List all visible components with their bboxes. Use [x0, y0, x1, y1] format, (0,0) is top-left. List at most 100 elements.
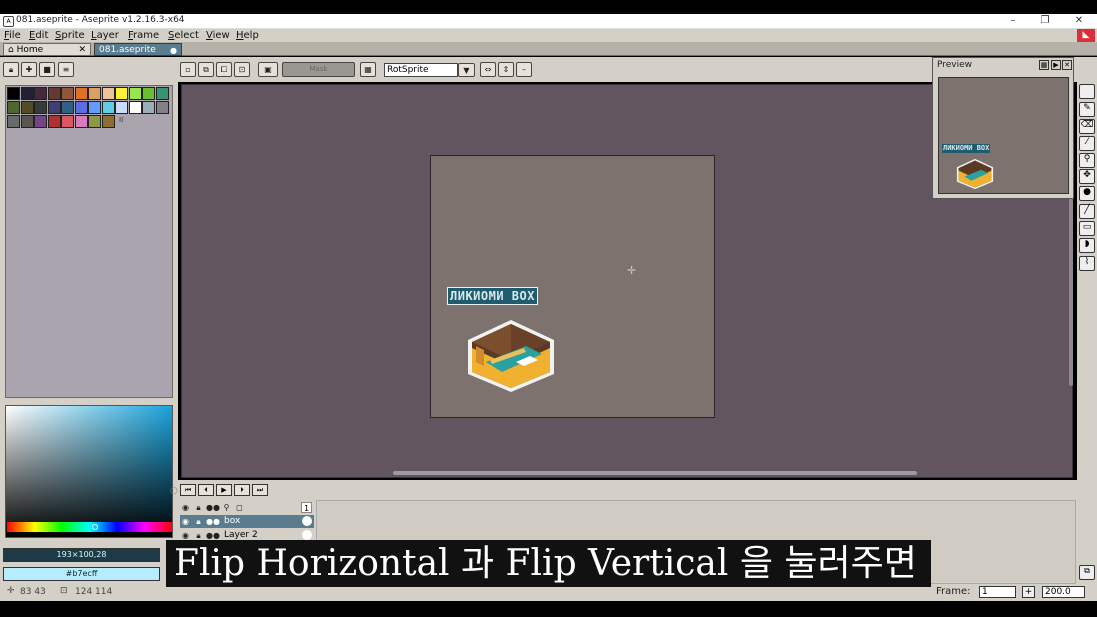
palette-swatch[interactable] [101, 87, 115, 100]
previous-frame-button[interactable]: ⏴ [198, 484, 214, 496]
palette-swatch[interactable] [47, 87, 61, 100]
tab-home[interactable]: ⌂ Home ✕ [3, 43, 91, 56]
preview-close-icon[interactable]: ✕ [1062, 60, 1072, 70]
onion-skin-icon[interactable]: ◻ [234, 502, 245, 513]
lock-icon[interactable]: 🔒︎ [193, 502, 204, 513]
continuous-icon[interactable]: ●● [206, 516, 220, 527]
palette-swatch[interactable] [34, 101, 47, 114]
menu-frame[interactable]: Frame [128, 29, 159, 42]
pencil-tool-icon[interactable]: ✎ [1079, 102, 1095, 117]
move-tool-icon[interactable]: ✥ [1079, 169, 1095, 184]
palette-swatch[interactable] [128, 87, 142, 100]
palette-swatch[interactable] [142, 101, 155, 114]
more-options-icon[interactable]: – [516, 62, 532, 77]
palette-swatch[interactable] [128, 101, 142, 114]
tab-close-icon[interactable]: ✕ [78, 44, 86, 57]
palette-swatch[interactable] [61, 87, 74, 100]
mask-color-button[interactable]: Mask [282, 62, 355, 77]
preview-play-icon[interactable]: ▶ [1051, 60, 1061, 70]
palette-sort-icon[interactable]: ■ [39, 62, 55, 77]
color-saturation-field[interactable] [5, 405, 173, 538]
selection-info-box[interactable]: 193×100,28 [3, 548, 160, 562]
palette-menu-icon[interactable]: ≡ [58, 62, 74, 77]
palette-swatch[interactable] [47, 101, 61, 114]
hue-slider[interactable] [7, 522, 172, 532]
palette-swatch[interactable] [20, 101, 34, 114]
layer-row-box[interactable]: ◉ 🔒︎ ●● box [180, 515, 314, 528]
close-window-button[interactable]: ✕ [1065, 14, 1093, 28]
palette-swatch[interactable] [101, 101, 115, 114]
palette-swatch[interactable] [88, 115, 101, 128]
lock-icon[interactable]: 🔒︎ [3, 62, 19, 77]
foreground-color-box[interactable]: #b7ecff [3, 567, 160, 581]
selection-replace-icon[interactable]: ▫ [180, 62, 196, 77]
palette-swatch[interactable] [47, 115, 61, 128]
palette-swatch[interactable] [74, 101, 88, 114]
rotation-algorithm-select[interactable]: RotSprite [384, 63, 458, 77]
palette-swatch[interactable] [155, 87, 169, 100]
palette-swatch[interactable] [115, 87, 128, 100]
lock-icon[interactable]: 🔒︎ [193, 516, 204, 527]
selection-add-icon[interactable]: ⧉ [198, 62, 214, 77]
pivot-icon[interactable]: ▦ [360, 62, 376, 77]
palette-swatch[interactable] [88, 87, 101, 100]
palette-swatch[interactable] [61, 115, 74, 128]
selection-subtract-icon[interactable]: ⧠ [216, 62, 232, 77]
palette-swatch[interactable] [115, 101, 128, 114]
hue-handle[interactable] [92, 524, 98, 530]
cel-dot-icon[interactable] [302, 530, 312, 540]
selection-intersect-icon[interactable]: ⊡ [234, 62, 250, 77]
palette-swatch[interactable] [61, 101, 74, 114]
eyedropper-tool-icon[interactable]: ⁄ [1079, 136, 1095, 151]
tab-081-aseprite[interactable]: 081.aseprite ● [94, 43, 182, 56]
eraser-tool-icon[interactable]: ⌫ [1079, 119, 1095, 134]
frame-number[interactable]: 1 [301, 502, 312, 513]
link-icon[interactable]: ⚲ [221, 502, 232, 513]
blur-tool-icon[interactable]: ⌇ [1079, 256, 1095, 271]
palette-swatch[interactable] [34, 87, 47, 100]
line-tool-icon[interactable]: ╱ [1079, 204, 1095, 219]
menu-view[interactable]: View [206, 29, 230, 42]
frame-input[interactable]: 1 [979, 586, 1016, 598]
palette-swatch[interactable] [7, 115, 20, 128]
last-frame-button[interactable]: ⏭ [252, 484, 268, 496]
fill-tool-icon[interactable]: ● [1079, 186, 1095, 201]
palette-swatch[interactable] [7, 101, 20, 114]
marquee-tool-icon[interactable] [1079, 84, 1095, 99]
menu-select[interactable]: Select [168, 29, 199, 42]
horizontal-scrollbar[interactable] [393, 471, 917, 475]
next-frame-button[interactable]: ⏵ [234, 484, 250, 496]
palette-swatch[interactable] [74, 115, 88, 128]
preview-mode-icon[interactable]: ▦ [1039, 60, 1049, 70]
timeline-toggle-icon[interactable]: ⧉ [1079, 565, 1095, 580]
minimize-button[interactable]: – [999, 14, 1027, 28]
continuous-icon[interactable]: ●● [206, 502, 220, 513]
cel-dot-icon[interactable] [302, 516, 312, 526]
add-color-icon[interactable]: ✚ [21, 62, 37, 77]
palette-swatch[interactable] [20, 87, 34, 100]
flip-horizontal-icon[interactable]: ⇔ [480, 62, 496, 77]
visibility-eye-icon[interactable]: ◉ [180, 502, 191, 513]
rectangle-tool-icon[interactable]: ▭ [1079, 221, 1095, 236]
maximize-button[interactable]: ❐ [1031, 14, 1059, 28]
palette-swatch[interactable] [88, 101, 101, 114]
menu-file[interactable]: File [4, 29, 21, 42]
menu-sprite[interactable]: Sprite [55, 29, 85, 42]
menu-layer[interactable]: Layer [91, 29, 119, 42]
chevron-down-icon[interactable]: ▼ [458, 63, 475, 77]
menu-edit[interactable]: Edit [29, 29, 48, 42]
palette-swatch[interactable] [7, 87, 20, 100]
palette-swatch[interactable] [20, 115, 34, 128]
zoom-input[interactable]: 200.0 [1042, 586, 1085, 598]
visibility-eye-icon[interactable]: ◉ [180, 516, 191, 527]
menu-help[interactable]: Help [236, 29, 259, 42]
first-frame-button[interactable]: ⏮ [180, 484, 196, 496]
play-button[interactable]: ▶ [216, 484, 232, 496]
contour-tool-icon[interactable]: ◗ [1079, 238, 1095, 253]
flip-vertical-icon[interactable]: ⇕ [498, 62, 514, 77]
palette-swatch[interactable] [155, 101, 169, 114]
add-frame-icon[interactable]: + [1022, 586, 1035, 598]
transparent-color-icon[interactable]: ▣ [258, 62, 278, 77]
palette-swatch[interactable] [101, 115, 115, 128]
palette-swatch[interactable] [74, 87, 88, 100]
